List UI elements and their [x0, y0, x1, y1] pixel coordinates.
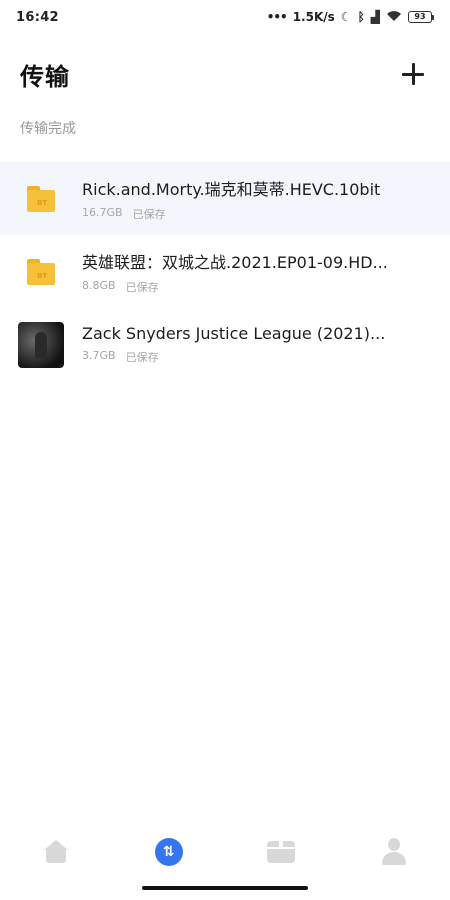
- nav-home[interactable]: [26, 832, 86, 872]
- status-time: 16:42: [16, 9, 59, 25]
- bluetooth-icon: ᛒ: [357, 10, 365, 24]
- page-title: 传输: [20, 62, 70, 91]
- signal-icon: ▟: [370, 10, 380, 24]
- item-name: Rick.and.Morty.瑞克和莫蒂.HEVC.10bit: [82, 179, 381, 199]
- battery-icon: 93: [408, 11, 434, 23]
- item-size: 3.7GB: [82, 349, 116, 362]
- item-size: 8.8GB: [82, 278, 116, 292]
- add-button[interactable]: [396, 57, 430, 91]
- user-icon: [381, 838, 407, 866]
- video-thumbnail: [18, 321, 64, 368]
- box-icon: [267, 841, 296, 863]
- transfer-list: BT Rick.and.Morty.瑞克和莫蒂.HEVC.10bit 16.7G…: [0, 162, 450, 381]
- nav-transfer[interactable]: ⇅: [139, 832, 199, 872]
- list-item[interactable]: Zack Snyders Justice League (2021)... 3.…: [0, 308, 450, 381]
- battery-level: 93: [408, 11, 432, 23]
- status-indicators: ••• 1.5K/s ☾ ᛒ ▟ 93: [267, 10, 434, 25]
- header: 传输: [0, 52, 450, 96]
- list-item[interactable]: BT 英雄联盟：双城之战.2021.EP01-09.HD... 8.8GB 已保…: [0, 235, 450, 308]
- nav-box[interactable]: [251, 832, 311, 872]
- folder-icon: BT: [18, 176, 64, 222]
- transfer-icon: ⇅: [154, 838, 183, 866]
- item-size: 16.7GB: [82, 205, 123, 219]
- item-name: 英雄联盟：双城之战.2021.EP01-09.HD...: [82, 252, 388, 272]
- folder-icon: BT: [18, 249, 64, 295]
- home-icon: [43, 840, 69, 864]
- moon-icon: ☾: [340, 10, 352, 24]
- nav-profile[interactable]: [364, 832, 424, 872]
- notification-dots-icon: •••: [266, 10, 288, 24]
- bottom-nav: ⇅: [0, 826, 450, 878]
- item-status: 已保存: [132, 207, 166, 221]
- item-status: 已保存: [125, 351, 159, 364]
- list-item[interactable]: BT Rick.and.Morty.瑞克和莫蒂.HEVC.10bit 16.7G…: [0, 162, 450, 235]
- status-bar: 16:42 ••• 1.5K/s ☾ ᛒ ▟ 93: [0, 0, 450, 34]
- item-status: 已保存: [125, 280, 159, 294]
- item-name: Zack Snyders Justice League (2021)...: [82, 324, 386, 343]
- home-indicator[interactable]: [142, 886, 308, 890]
- battery-tip: [432, 14, 434, 20]
- network-speed: 1.5K/s: [292, 10, 335, 24]
- wifi-icon: [386, 10, 402, 25]
- section-label: 传输完成: [20, 121, 76, 137]
